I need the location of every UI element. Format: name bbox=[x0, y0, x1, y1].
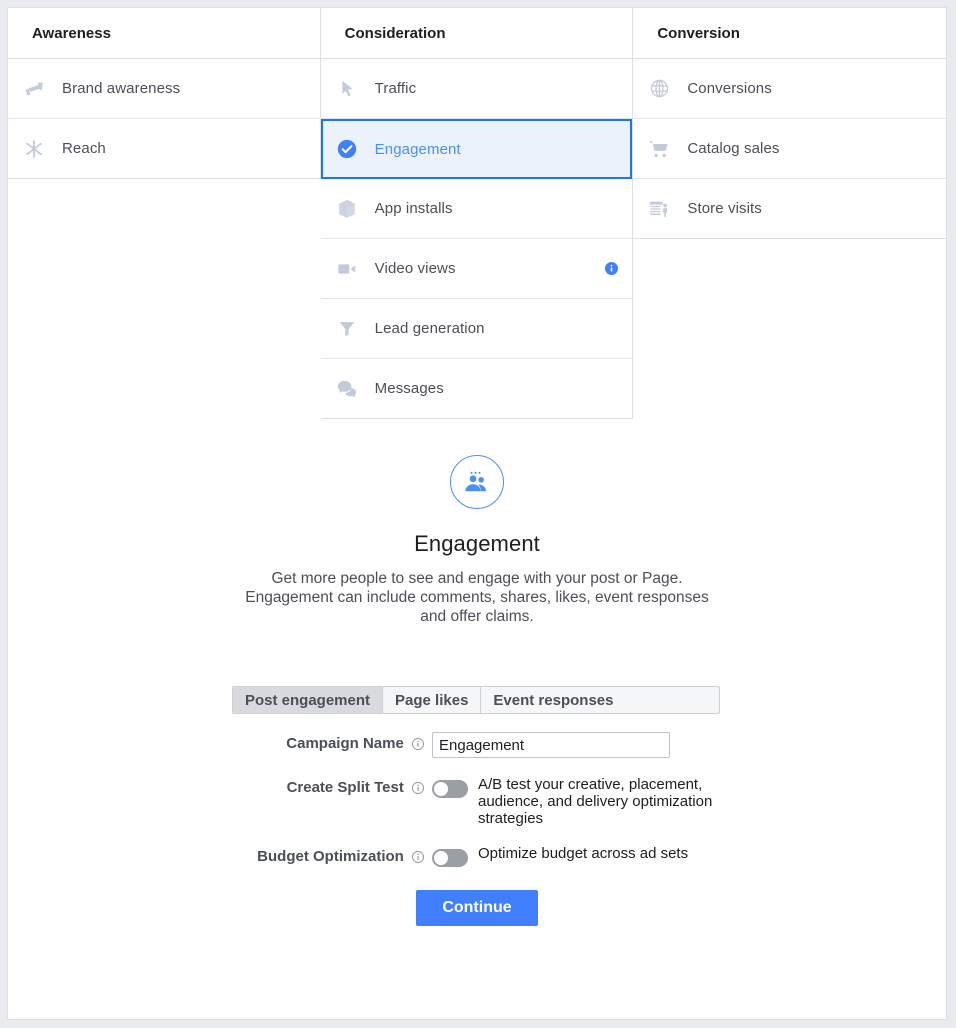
toggle-knob bbox=[434, 851, 448, 865]
objective-column-conversion: Conversion Conversions Catalog sales Sto… bbox=[633, 8, 946, 239]
split-test-description: A/B test your creative, placement, audie… bbox=[478, 776, 713, 827]
split-test-label-text: Create Split Test bbox=[286, 779, 404, 796]
budget-optimization-row: Budget Optimization Optimize budget acro… bbox=[232, 845, 722, 868]
toggle-knob bbox=[434, 782, 448, 796]
megaphone-icon bbox=[22, 77, 46, 101]
objective-label: App installs bbox=[374, 200, 453, 217]
continue-button[interactable]: Continue bbox=[416, 890, 538, 926]
campaign-name-label: Campaign Name bbox=[232, 732, 432, 755]
info-icon[interactable] bbox=[411, 781, 425, 799]
campaign-name-input[interactable] bbox=[432, 732, 670, 758]
objective-label: Brand awareness bbox=[62, 80, 181, 97]
tab-post-engagement[interactable]: Post engagement bbox=[233, 687, 384, 713]
campaign-objective-card: Awareness Brand awareness Reach Consider… bbox=[7, 7, 947, 1020]
objective-label: Catalog sales bbox=[687, 140, 780, 157]
column-header-awareness: Awareness bbox=[8, 8, 320, 59]
budget-optimization-toggle[interactable] bbox=[432, 849, 468, 867]
objective-label: Reach bbox=[62, 140, 106, 157]
objective-detail-panel: Engagement Get more people to see and en… bbox=[8, 419, 946, 626]
people-group-icon bbox=[450, 455, 504, 509]
check-circle-icon bbox=[335, 137, 359, 161]
split-test-control: A/B test your creative, placement, audie… bbox=[432, 776, 722, 827]
objective-label: Traffic bbox=[374, 80, 417, 97]
objective-item-reach[interactable]: Reach bbox=[8, 119, 320, 179]
objective-item-video-views[interactable]: Video views bbox=[320, 239, 633, 299]
campaign-form: Post engagement Page likes Event respons… bbox=[232, 686, 722, 926]
cube-box-icon bbox=[335, 197, 359, 221]
objective-column-awareness: Awareness Brand awareness Reach bbox=[8, 8, 321, 179]
video-camera-icon bbox=[335, 257, 359, 281]
storefront-icon bbox=[647, 197, 671, 221]
objective-grid: Awareness Brand awareness Reach Consider… bbox=[8, 8, 946, 419]
cursor-arrow-icon bbox=[335, 77, 359, 101]
speech-bubbles-icon bbox=[335, 377, 359, 401]
objective-item-catalog-sales[interactable]: Catalog sales bbox=[633, 119, 946, 179]
split-test-row: Create Split Test A/B test your creative… bbox=[232, 776, 722, 827]
objective-label: Engagement bbox=[374, 140, 461, 158]
tab-page-likes[interactable]: Page likes bbox=[383, 687, 482, 713]
engagement-type-tabs: Post engagement Page likes Event respons… bbox=[232, 686, 720, 714]
objective-item-messages[interactable]: Messages bbox=[320, 359, 633, 419]
objective-label: Lead generation bbox=[374, 320, 485, 337]
tab-event-responses[interactable]: Event responses bbox=[481, 687, 626, 713]
reach-burst-icon bbox=[22, 137, 46, 161]
campaign-name-label-text: Campaign Name bbox=[286, 735, 404, 752]
funnel-icon bbox=[335, 317, 359, 341]
objective-label: Store visits bbox=[687, 200, 762, 217]
column-header-conversion: Conversion bbox=[633, 8, 946, 59]
objective-label: Messages bbox=[374, 380, 444, 397]
objective-label: Conversions bbox=[687, 80, 772, 97]
objective-item-store-visits[interactable]: Store visits bbox=[633, 179, 946, 239]
split-test-toggle[interactable] bbox=[432, 780, 468, 798]
continue-button-row: Continue bbox=[232, 890, 722, 926]
budget-optimization-description: Optimize budget across ad sets bbox=[478, 845, 689, 862]
objective-item-lead-generation[interactable]: Lead generation bbox=[320, 299, 633, 359]
objective-item-app-installs[interactable]: App installs bbox=[320, 179, 633, 239]
detail-title: Engagement bbox=[414, 531, 540, 556]
shopping-cart-icon bbox=[647, 137, 671, 161]
objective-item-brand-awareness[interactable]: Brand awareness bbox=[8, 59, 320, 119]
budget-optimization-label-text: Budget Optimization bbox=[257, 848, 404, 865]
campaign-name-row: Campaign Name bbox=[232, 732, 722, 758]
info-icon[interactable] bbox=[411, 850, 425, 868]
split-test-label: Create Split Test bbox=[232, 776, 432, 799]
info-icon[interactable] bbox=[605, 262, 619, 275]
globe-icon bbox=[647, 77, 671, 101]
objective-label: Video views bbox=[374, 260, 456, 277]
campaign-name-control bbox=[432, 732, 722, 758]
detail-description: Get more people to see and engage with y… bbox=[245, 570, 709, 625]
objective-item-engagement[interactable]: Engagement bbox=[320, 119, 633, 179]
objective-column-consideration: Consideration Traffic Engagement App ins… bbox=[320, 8, 634, 419]
objective-item-traffic[interactable]: Traffic bbox=[320, 59, 633, 119]
budget-optimization-label: Budget Optimization bbox=[232, 845, 432, 868]
objective-item-conversions[interactable]: Conversions bbox=[633, 59, 946, 119]
budget-optimization-control: Optimize budget across ad sets bbox=[432, 845, 722, 867]
column-header-consideration: Consideration bbox=[320, 8, 633, 59]
info-icon[interactable] bbox=[411, 737, 425, 755]
